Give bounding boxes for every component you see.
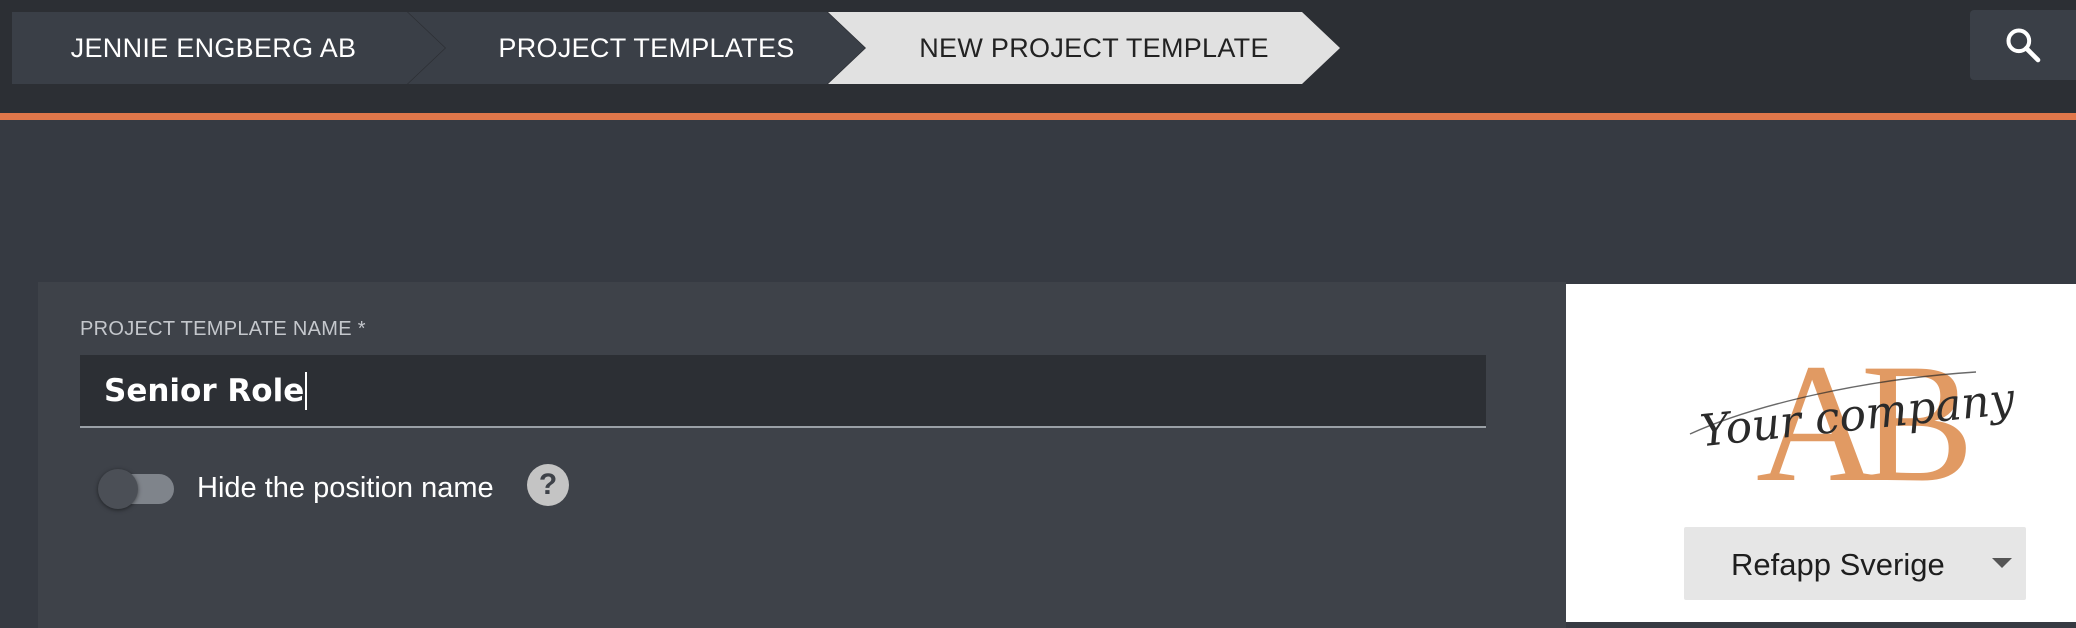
accent-divider: [0, 113, 2076, 120]
hide-position-toggle[interactable]: [98, 469, 174, 509]
text-caret: [305, 371, 308, 410]
breadcrumb-item-project-templates[interactable]: PROJECT TEMPLATES: [408, 12, 865, 84]
hide-position-label: Hide the position name: [197, 472, 494, 504]
template-name-input[interactable]: Senior Role: [80, 355, 1486, 428]
company-select[interactable]: Refapp Sverige: [1684, 527, 2026, 600]
breadcrumb-label: PROJECT TEMPLATES: [498, 32, 795, 63]
chevron-down-icon: [1992, 558, 2012, 568]
breadcrumb-item-company[interactable]: JENNIE ENGBERG AB: [12, 12, 445, 84]
search-icon: [2006, 28, 2041, 63]
help-glyph: ?: [538, 468, 558, 501]
toggle-knob: [98, 469, 138, 509]
template-name-label: PROJECT TEMPLATE NAME *: [80, 318, 366, 340]
search-button[interactable]: [1970, 10, 2076, 80]
breadcrumb-item-new-project-template[interactable]: NEW PROJECT TEMPLATE: [828, 12, 1340, 84]
breadcrumb-label: JENNIE ENGBERG AB: [70, 32, 357, 63]
template-name-value: Senior Role: [104, 372, 305, 409]
company-select-value: Refapp Sverige: [1731, 547, 1945, 582]
help-icon[interactable]: ?: [527, 464, 569, 506]
breadcrumb-label: NEW PROJECT TEMPLATE: [919, 32, 1269, 63]
